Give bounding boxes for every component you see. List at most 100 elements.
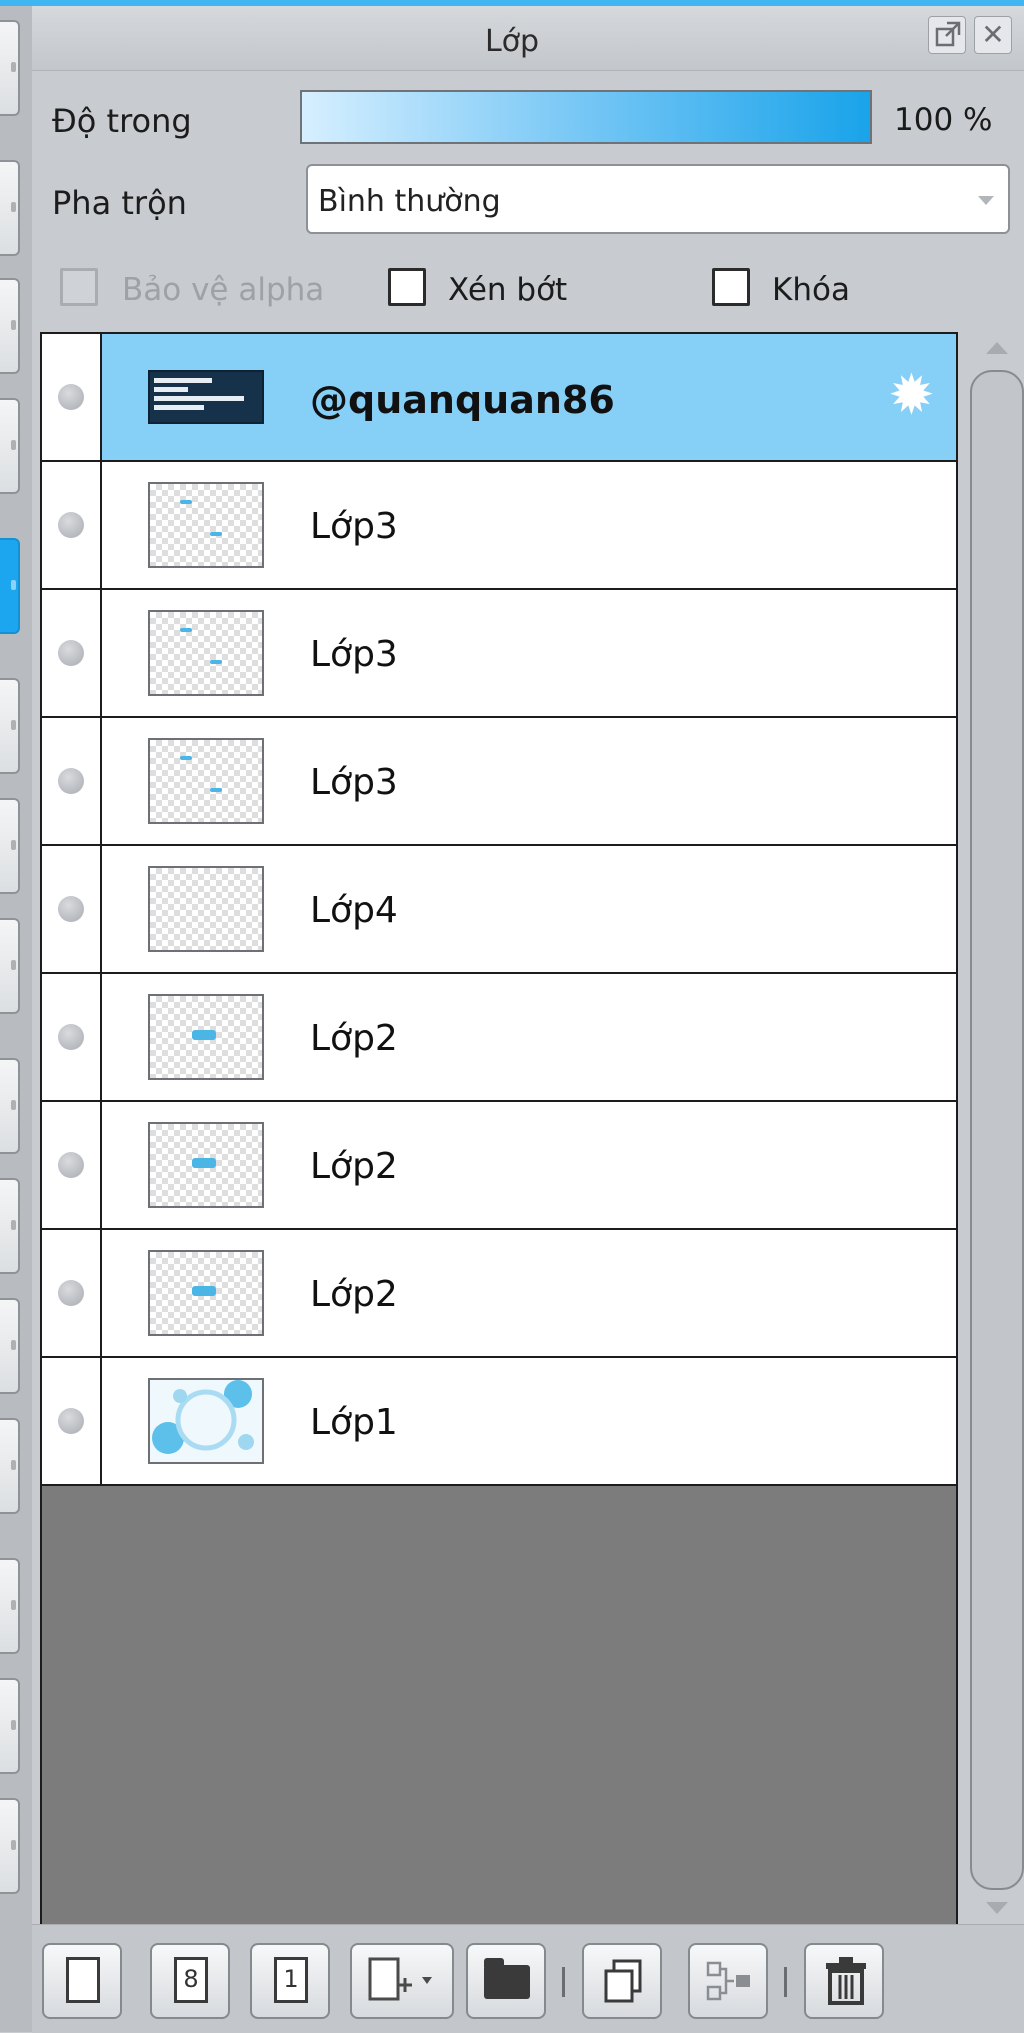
- side-tool-button[interactable]: [0, 678, 20, 774]
- opacity-value: 100 %: [894, 102, 993, 138]
- duplicate-layer-button[interactable]: [582, 1943, 662, 2019]
- side-tool-button[interactable]: [0, 1418, 20, 1514]
- side-tool-button[interactable]: [0, 160, 20, 256]
- new-8bit-layer-icon: 8: [174, 1957, 208, 2003]
- scrollbar[interactable]: [970, 370, 1024, 1890]
- panel-title: Lớp: [484, 24, 540, 59]
- alpha-protect-label: Bảo vệ alpha: [122, 272, 325, 308]
- visibility-toggle[interactable]: [42, 1102, 102, 1228]
- visibility-dot-icon: [58, 1152, 84, 1178]
- layer-thumbnail: [148, 610, 264, 696]
- layer-row[interactable]: Lớp2: [42, 1230, 956, 1358]
- alpha-protect-checkbox: [60, 268, 98, 306]
- add-layer-menu-icon: [368, 1957, 432, 2001]
- delete-layer-icon: [826, 1957, 866, 2005]
- layer-thumbnail: [148, 370, 264, 424]
- layer-row[interactable]: @quanquan86 ✹: [42, 334, 956, 462]
- side-tool-button[interactable]: [0, 918, 20, 1014]
- side-tool-button[interactable]: [0, 1798, 20, 1894]
- scroll-down-arrow[interactable]: [986, 1902, 1008, 1914]
- layer-thumbnail: [148, 1250, 264, 1336]
- layer-name: Lớp2: [310, 1146, 398, 1187]
- chevron-down-icon: [978, 196, 994, 205]
- visibility-dot-icon: [58, 384, 84, 410]
- layer-thumbnail: [148, 1122, 264, 1208]
- layer-row[interactable]: Lớp1: [42, 1358, 956, 1486]
- new-layer-button[interactable]: [42, 1943, 122, 2019]
- blend-mode-select[interactable]: Bình thường: [306, 164, 1010, 234]
- lock-checkbox[interactable]: [712, 268, 750, 306]
- layer-list: @quanquan86 ✹ Lớp3 Lớp3 Lớp3 Lớp4 Lớp2 L…: [40, 332, 958, 1938]
- side-tool-button[interactable]: [0, 398, 20, 494]
- visibility-toggle[interactable]: [42, 974, 102, 1100]
- merge-layer-button[interactable]: [688, 1943, 768, 2019]
- toolbar-separator: [784, 1967, 787, 1997]
- layer-name: Lớp1: [310, 1402, 398, 1443]
- panel-titlebar: Lớp ✕: [32, 6, 1024, 71]
- gear-icon[interactable]: ✹: [888, 368, 935, 424]
- side-tool-button[interactable]: [0, 1178, 20, 1274]
- visibility-dot-icon: [58, 640, 84, 666]
- visibility-toggle[interactable]: [42, 1230, 102, 1356]
- toolbar-separator: [562, 1967, 565, 1997]
- layer-thumbnail: [148, 482, 264, 568]
- layer-name: Lớp4: [310, 890, 398, 931]
- clipping-checkbox[interactable]: [388, 268, 426, 306]
- new-layer-icon: [66, 1957, 100, 2003]
- side-tool-button[interactable]: [0, 1058, 20, 1154]
- layer-thumbnail: [148, 866, 264, 952]
- text-thumbnail-icon: [154, 378, 244, 410]
- close-icon[interactable]: ✕: [974, 16, 1012, 54]
- clipping-label: Xén bớt: [448, 272, 568, 308]
- layer-name: Lớp2: [310, 1018, 398, 1059]
- page-number-1: 1: [283, 1965, 299, 1993]
- side-tool-button[interactable]: [0, 20, 20, 116]
- layer-thumbnail: [148, 994, 264, 1080]
- scroll-up-arrow[interactable]: [986, 342, 1008, 354]
- layer-thumbnail: [148, 1378, 264, 1464]
- new-1bit-layer-button[interactable]: 1: [250, 1943, 330, 2019]
- side-tool-button[interactable]: [0, 278, 20, 374]
- page-number-8: 8: [183, 1965, 199, 1993]
- popout-icon[interactable]: [928, 16, 966, 54]
- layer-row[interactable]: Lớp2: [42, 1102, 956, 1230]
- delete-layer-button[interactable]: [804, 1943, 884, 2019]
- opacity-slider[interactable]: [300, 90, 872, 144]
- layer-name: Lớp3: [310, 506, 398, 547]
- visibility-toggle[interactable]: [42, 334, 102, 460]
- layer-toolbar: 8 1: [32, 1924, 1024, 2033]
- add-layer-menu-button[interactable]: [350, 1943, 454, 2019]
- blend-mode-value: Bình thường: [318, 184, 501, 219]
- visibility-toggle[interactable]: [42, 462, 102, 588]
- visibility-dot-icon: [58, 1280, 84, 1306]
- side-tool-button-active[interactable]: [0, 538, 20, 634]
- visibility-dot-icon: [58, 512, 84, 538]
- layer-name: @quanquan86: [310, 378, 615, 422]
- side-tool-button[interactable]: [0, 1678, 20, 1774]
- visibility-toggle[interactable]: [42, 846, 102, 972]
- side-tool-button[interactable]: [0, 1298, 20, 1394]
- visibility-toggle[interactable]: [42, 718, 102, 844]
- visibility-toggle[interactable]: [42, 590, 102, 716]
- merge-layer-icon: [706, 1961, 750, 2001]
- side-tool-button[interactable]: [0, 1558, 20, 1654]
- visibility-dot-icon: [58, 1408, 84, 1434]
- new-folder-icon: [484, 1958, 530, 1999]
- layer-row[interactable]: Lớp4: [42, 846, 956, 974]
- left-toolbar-strip: [0, 6, 33, 2032]
- layer-row[interactable]: Lớp3: [42, 462, 956, 590]
- side-tool-button[interactable]: [0, 798, 20, 894]
- visibility-toggle[interactable]: [42, 1358, 102, 1484]
- layer-row[interactable]: Lớp3: [42, 718, 956, 846]
- layer-panel: Lớp ✕ Độ trong 100 % Pha trộn Bình thườn…: [32, 6, 1024, 2033]
- new-8bit-layer-button[interactable]: 8: [150, 1943, 230, 2019]
- layer-row[interactable]: Lớp2: [42, 974, 956, 1102]
- new-1bit-layer-icon: 1: [274, 1957, 308, 2003]
- blend-mode-label: Pha trộn: [52, 184, 187, 222]
- new-folder-button[interactable]: [466, 1943, 546, 2019]
- layer-name: Lớp3: [310, 634, 398, 675]
- layer-thumbnail: [148, 738, 264, 824]
- layer-row[interactable]: Lớp3: [42, 590, 956, 718]
- lock-label: Khóa: [772, 272, 850, 308]
- visibility-dot-icon: [58, 1024, 84, 1050]
